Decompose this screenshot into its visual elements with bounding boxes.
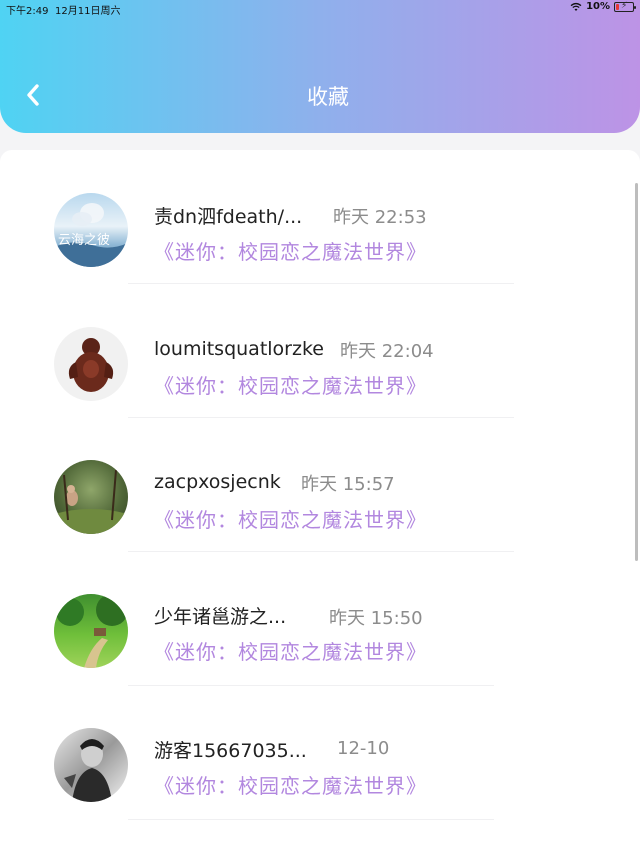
avatar[interactable]	[54, 594, 128, 668]
item-name: loumitsquatlorzke	[154, 338, 324, 360]
status-date: 12月11日周六	[55, 6, 121, 17]
item-time: 昨天 22:53	[333, 207, 427, 228]
item-work-title[interactable]: 《迷你：校园恋之魔法世界》	[154, 236, 427, 265]
item-name: 少年诸邕游之...	[154, 606, 287, 628]
avatar[interactable]: 云海之彼	[54, 193, 128, 267]
status-right: 10% ⚡	[570, 1, 636, 12]
avatar[interactable]	[54, 728, 128, 802]
item-name: 游客15667035...	[154, 740, 307, 762]
list-item[interactable]: zacpxosjecnk 昨天 15:57 《迷你：校园恋之魔法世界》	[0, 418, 640, 552]
list-item[interactable]: 少年诸邕游之... 昨天 15:50 《迷你：校园恋之魔法世界》	[0, 552, 640, 686]
avatar[interactable]	[54, 460, 128, 534]
item-work-title[interactable]: 《迷你：校园恋之魔法世界》	[154, 770, 427, 799]
item-time: 昨天 22:04	[340, 341, 434, 362]
list-item[interactable]: 云海之彼 责dn泗fdeath/... 昨天 22:53 《迷你：校园恋之魔法世…	[0, 150, 640, 284]
item-time: 昨天 15:50	[329, 608, 423, 629]
wifi-icon	[570, 2, 582, 11]
avatar[interactable]	[54, 327, 128, 401]
battery-percent: 10%	[586, 1, 610, 12]
item-time: 昨天 15:57	[301, 474, 395, 495]
header-bar: 下午2:49 12月11日周六 10% ⚡ 收藏	[0, 0, 640, 133]
page-title: 收藏	[307, 85, 349, 109]
list-item[interactable]: 游客15667035... 12-10 《迷你：校园恋之魔法世界》	[0, 686, 640, 820]
item-name: zacpxosjecnk	[154, 471, 281, 493]
item-time: 12-10	[337, 738, 390, 759]
list-item[interactable]: loumitsquatlorzke 昨天 22:04 《迷你：校园恋之魔法世界》	[0, 284, 640, 418]
item-name: 责dn泗fdeath/...	[154, 206, 303, 228]
status-time: 下午2:49	[6, 6, 49, 17]
status-bar: 下午2:49 12月11日周六 10% ⚡	[0, 0, 640, 17]
item-work-title[interactable]: 《迷你：校园恋之魔法世界》	[154, 504, 427, 533]
battery-icon: ⚡	[614, 1, 636, 12]
divider	[128, 819, 494, 820]
item-work-title[interactable]: 《迷你：校园恋之魔法世界》	[154, 636, 427, 665]
avatar-text: 云海之彼	[58, 233, 111, 248]
item-work-title[interactable]: 《迷你：校园恋之魔法世界》	[154, 370, 427, 399]
